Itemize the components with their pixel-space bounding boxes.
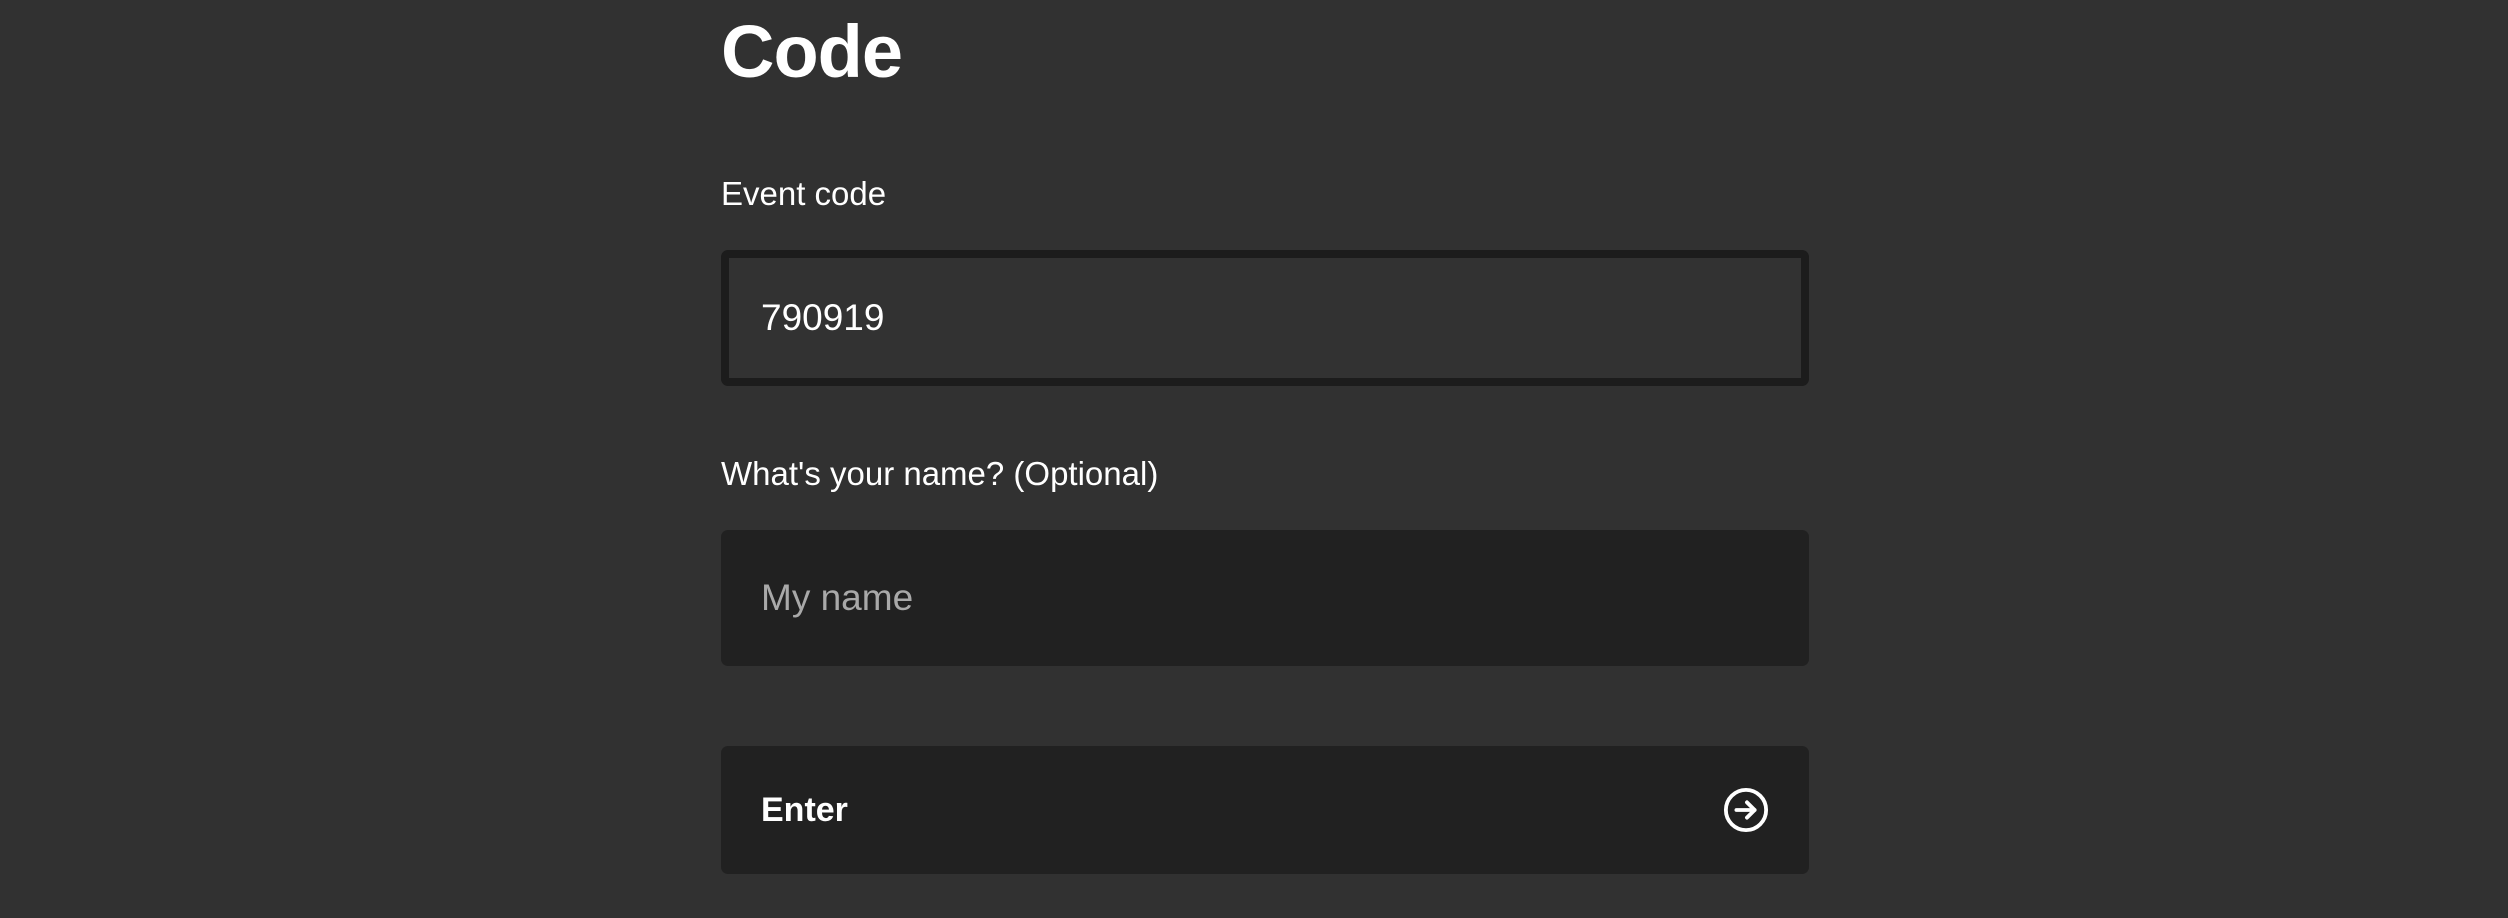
event-code-label: Event code (721, 175, 887, 212)
event-code-input[interactable] (721, 250, 1809, 386)
page-title: Code (721, 10, 903, 93)
name-input[interactable] (721, 530, 1809, 666)
page: Code Event code What's your name? (Optio… (0, 0, 2508, 918)
enter-button-label: Enter (761, 791, 848, 829)
enter-button[interactable]: Enter (721, 746, 1809, 874)
name-label: What's your name? (Optional) (721, 455, 1159, 492)
arrow-right-circle-icon (1723, 787, 1769, 833)
